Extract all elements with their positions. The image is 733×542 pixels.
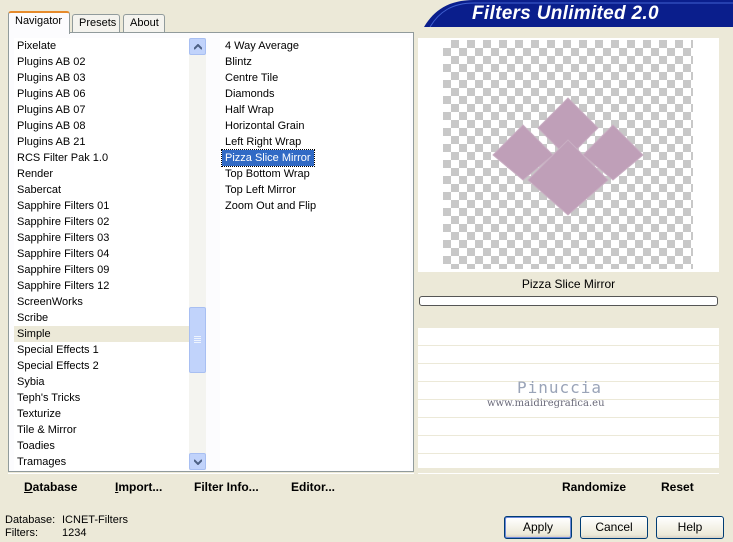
filter-item[interactable]: Half Wrap [222,102,277,118]
tab-presets[interactable]: Presets [72,14,120,33]
category-item[interactable]: Scribe [14,310,190,326]
category-item[interactable]: Plugins AB 08 [14,118,190,134]
help-button[interactable]: Help [656,516,724,539]
randomize-button[interactable]: Randomize [562,480,626,494]
import-button[interactable]: Import... [115,480,162,494]
category-item[interactable]: Sapphire Filters 02 [14,214,190,230]
preview-panel [418,38,719,271]
apply-button[interactable]: Apply [504,516,572,539]
reset-button[interactable]: Reset [661,480,694,494]
chevron-up-icon [194,44,202,50]
filter-item[interactable]: Top Bottom Wrap [222,166,313,182]
category-scrollbar[interactable] [189,38,206,470]
category-item[interactable]: Sapphire Filters 04 [14,246,190,262]
database-button[interactable]: Database [24,480,77,494]
filters-label: Filters: [5,527,38,539]
category-item[interactable]: Sapphire Filters 03 [14,230,190,246]
filter-info-button[interactable]: Filter Info... [194,480,259,494]
filter-name-label: Pizza Slice Mirror [521,277,616,291]
category-item[interactable]: Tile & Mirror [14,422,190,438]
cancel-button[interactable]: Cancel [580,516,648,539]
category-item[interactable]: Render [14,166,190,182]
category-item[interactable]: Sapphire Filters 09 [14,262,190,278]
database-info: Database: ICNET-Filters [5,514,128,526]
preview-transparency [443,40,693,269]
category-item[interactable]: Plugins AB 02 [14,54,190,70]
category-item[interactable]: Sapphire Filters 12 [14,278,190,294]
database-value: ICNET-Filters [62,514,128,526]
category-item[interactable]: Sapphire Filters 01 [14,198,190,214]
filter-item[interactable]: Horizontal Grain [222,118,307,134]
category-item[interactable]: Tramages [14,454,190,470]
category-item[interactable]: Plugins AB 07 [14,102,190,118]
filter-list[interactable]: 4 Way Average Blintz Centre Tile Diamonds Ha… [220,38,410,470]
category-item[interactable]: Plugins AB 06 [14,86,190,102]
category-item[interactable]: RCS Filter Pak 1.0 [14,150,190,166]
category-item[interactable]: Sabercat [14,182,190,198]
filter-item[interactable]: Top Left Mirror [222,182,299,198]
filters-info: Filters: 1234 [5,527,86,539]
category-item[interactable]: Plugins AB 03 [14,70,190,86]
tab-about[interactable]: About [123,14,165,33]
watermark-name: Pinuccia [517,378,603,397]
category-item[interactable]: Toadies [14,438,190,454]
filter-item[interactable]: 4 Way Average [222,38,302,54]
scroll-thumb[interactable] [189,307,206,373]
scroll-up-button[interactable] [189,38,206,55]
database-label: Database: [5,514,56,526]
category-item[interactable]: Pixelate [14,38,190,54]
scroll-down-button[interactable] [189,453,206,470]
filter-item[interactable]: Pizza Slice Mirror [221,149,315,167]
category-item[interactable]: Simple [14,326,190,342]
progress-bar [419,296,718,306]
chevron-down-icon [194,459,202,465]
category-item[interactable]: Special Effects 1 [14,342,190,358]
category-item[interactable]: ScreenWorks [14,294,190,310]
tab-navigator[interactable]: Navigator [8,11,70,34]
filter-item[interactable]: Diamonds [222,86,278,102]
editor-button[interactable]: Editor... [291,480,335,494]
category-item[interactable]: Teph's Tricks [14,390,190,406]
preview-image [492,97,644,216]
filters-count: 1234 [62,527,87,539]
category-item[interactable]: Plugins AB 21 [14,134,190,150]
filter-item[interactable]: Centre Tile [222,70,281,86]
category-item[interactable]: Texturize [14,406,190,422]
category-item[interactable]: Special Effects 2 [14,358,190,374]
filter-item[interactable]: Blintz [222,54,255,70]
banner-title: Filters Unlimited 2.0 [472,3,659,24]
watermark-url: www.maidiregrafica.eu [487,398,605,409]
category-list[interactable]: Pixelate Plugins AB 02 Plugins AB 03 Plugin… [14,38,190,470]
filter-item[interactable]: Left Right Wrap [222,134,304,150]
filter-item[interactable]: Zoom Out and Flip [222,198,319,214]
banner: Filters Unlimited 2.0 [424,0,733,27]
category-item[interactable]: Sybia [14,374,190,390]
